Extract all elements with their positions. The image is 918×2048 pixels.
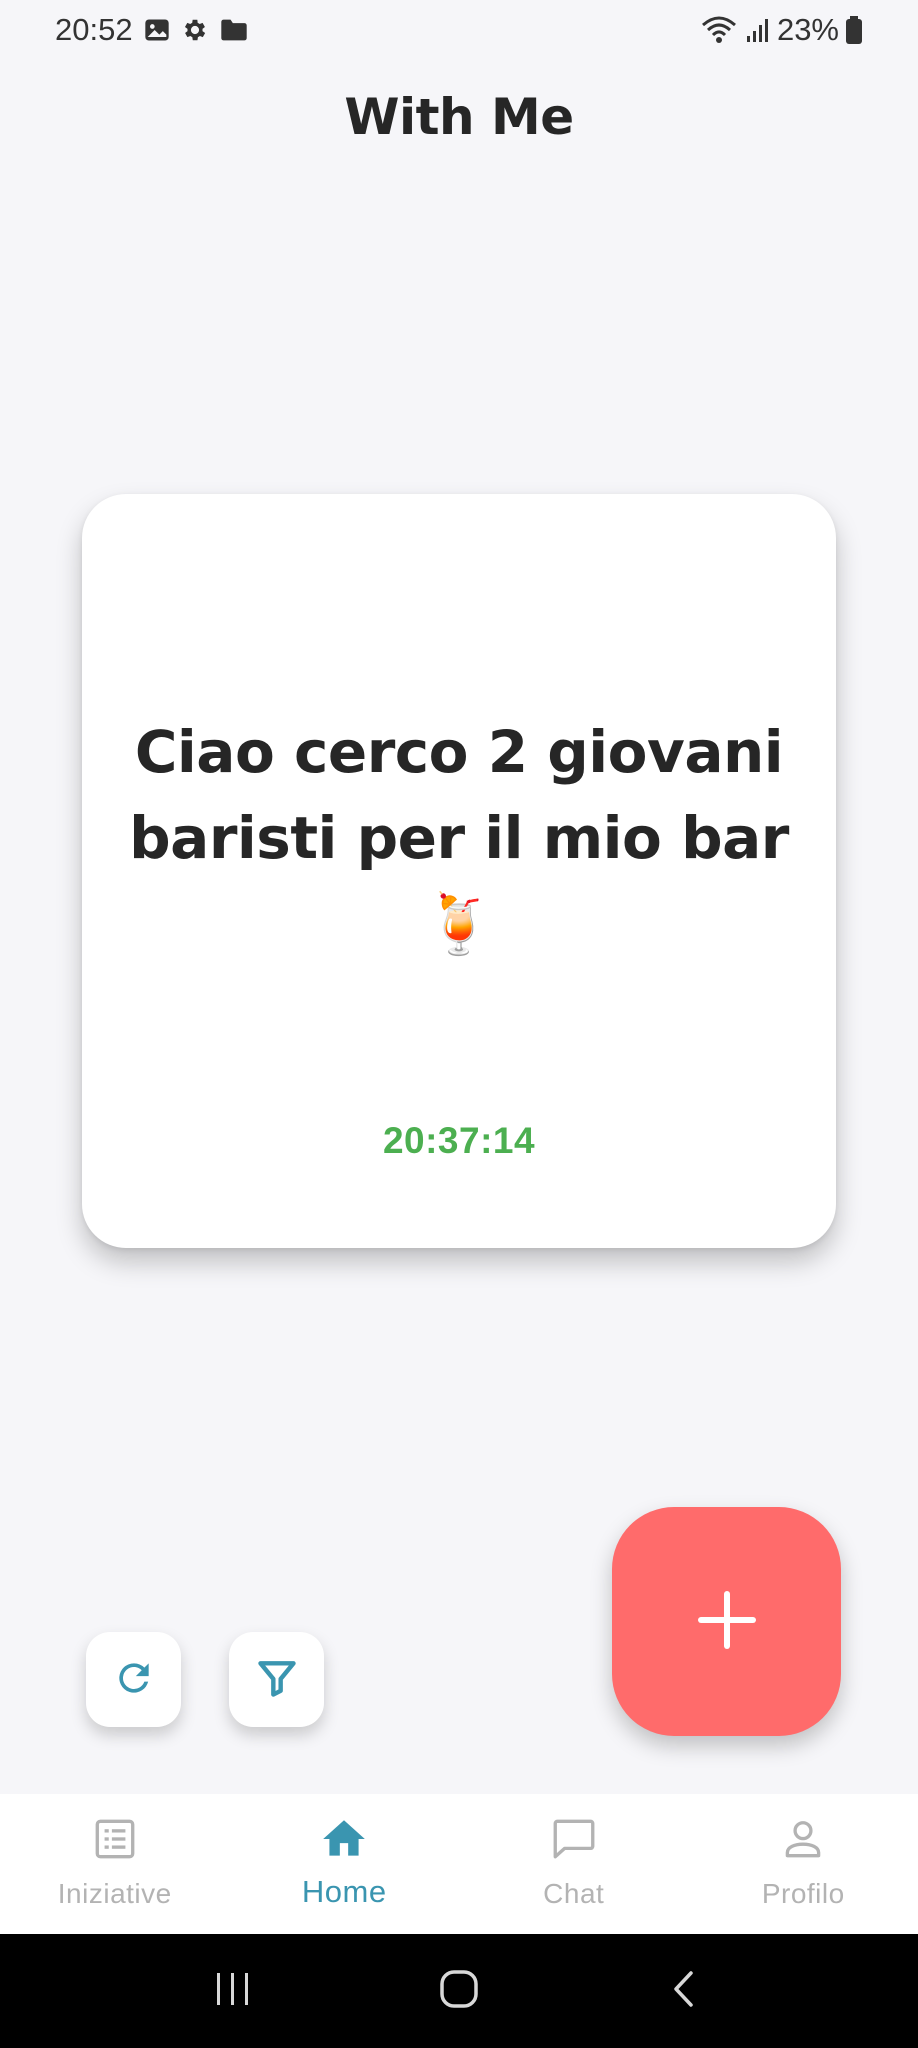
status-time: 20:52 bbox=[55, 12, 133, 47]
home-system-button[interactable] bbox=[414, 1946, 504, 2036]
home-icon bbox=[319, 1814, 369, 1868]
plus-icon bbox=[696, 1589, 758, 1655]
nav-label-profilo: Profilo bbox=[761, 1878, 845, 1909]
add-initiative-button[interactable] bbox=[612, 1507, 841, 1736]
system-nav-bar bbox=[0, 1934, 918, 2048]
folder-icon bbox=[219, 16, 249, 44]
card-text: Ciao cerco 2 giovani baristi per il mio … bbox=[129, 718, 789, 958]
chat-icon bbox=[549, 1814, 599, 1868]
recent-apps-button[interactable] bbox=[188, 1946, 278, 2036]
status-bar: 20:52 23% bbox=[0, 0, 918, 60]
battery-percent: 23% bbox=[776, 12, 839, 47]
recent-apps-icon bbox=[211, 1967, 255, 2015]
nav-item-home[interactable]: Home bbox=[230, 1794, 460, 1934]
page-title: With Me bbox=[344, 88, 574, 146]
bottom-nav: Iniziative Home Chat Profilo bbox=[0, 1794, 918, 1934]
profile-icon bbox=[778, 1814, 828, 1868]
image-icon bbox=[143, 16, 171, 44]
initiative-card[interactable]: Ciao cerco 2 giovani baristi per il mio … bbox=[82, 494, 836, 1248]
nav-label-home: Home bbox=[301, 1874, 387, 1909]
status-left: 20:52 bbox=[55, 12, 249, 48]
nav-label-iniziative: Iniziative bbox=[57, 1878, 172, 1909]
nav-item-chat[interactable]: Chat bbox=[459, 1794, 689, 1934]
gear-icon bbox=[181, 16, 209, 44]
filter-button[interactable] bbox=[229, 1632, 324, 1727]
card-timestamp: 20:37:14 bbox=[382, 1120, 536, 1161]
home-circle-icon bbox=[437, 1967, 481, 2015]
back-button[interactable] bbox=[640, 1946, 730, 2036]
filter-icon bbox=[255, 1656, 299, 1704]
wifi-icon bbox=[699, 15, 739, 45]
back-chevron-icon bbox=[663, 1967, 707, 2015]
nav-item-profilo[interactable]: Profilo bbox=[689, 1794, 918, 1934]
battery-icon bbox=[845, 15, 863, 45]
refresh-icon bbox=[112, 1656, 156, 1704]
status-right: 23% bbox=[699, 12, 863, 48]
signal-icon bbox=[745, 16, 771, 44]
nav-item-iniziative[interactable]: Iniziative bbox=[0, 1794, 230, 1934]
list-icon bbox=[90, 1814, 140, 1868]
nav-label-chat: Chat bbox=[543, 1878, 605, 1909]
refresh-button[interactable] bbox=[86, 1632, 181, 1727]
